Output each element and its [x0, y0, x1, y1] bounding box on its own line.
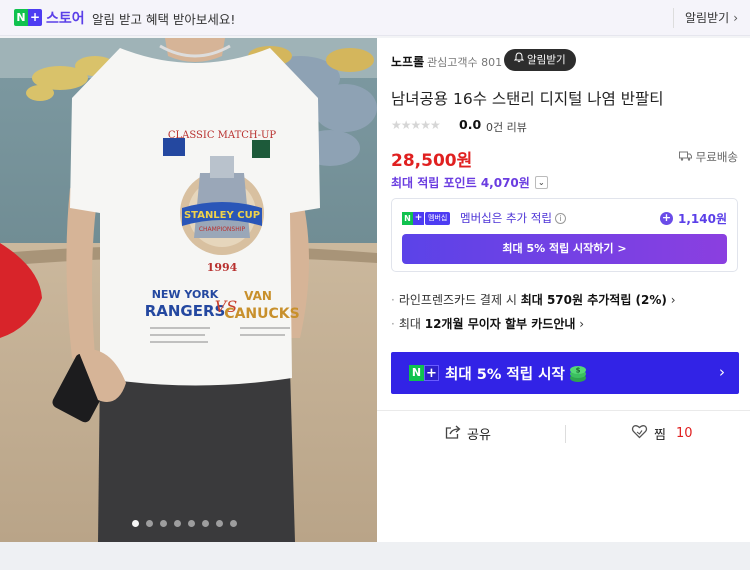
- membership-label-text: 멤버십은 추가 적립: [460, 211, 552, 225]
- alarm-subscribe-link[interactable]: 알림받기 ›: [685, 9, 738, 26]
- membership-badge-text: 멤버십: [425, 212, 451, 225]
- svg-text:RANGERS: RANGERS: [145, 302, 226, 320]
- card-benefit-highlight: 최대 570원 추가적립 (2%): [520, 293, 667, 307]
- seller-alarm-button[interactable]: 알림받기: [504, 49, 576, 71]
- carousel-dot[interactable]: [230, 520, 237, 527]
- cta-label: 최대 5% 적립 시작: [445, 367, 565, 383]
- share-label: 공유: [467, 428, 491, 443]
- svg-text:NEW YORK: NEW YORK: [152, 288, 219, 301]
- product-photo: CLASSIC MATCH-UP STANLEY CUP CHAMPIONSHI…: [0, 38, 377, 542]
- points-start-cta-button[interactable]: N + 최대 5% 적립 시작 $ ›: [391, 352, 739, 394]
- seller-alarm-label: 알림받기: [527, 54, 566, 66]
- membership-badge: N + 멤버십: [402, 212, 451, 225]
- money-icon: $: [570, 366, 586, 382]
- review-count[interactable]: 0건 리뷰: [486, 119, 527, 135]
- product-title: 남녀공용 16수 스탠리 디지털 나염 반팔티: [391, 90, 664, 108]
- top-promo-bar: N + 스토어 알림 받고 혜택 받아보세요! 알림받기 ›: [0, 0, 750, 36]
- installment-item[interactable]: · 최대 12개월 무이자 할부 카드안내 ›: [391, 315, 584, 332]
- plus-icon: +: [28, 9, 42, 26]
- carousel-dot[interactable]: [160, 520, 167, 527]
- svg-text:CHAMPIONSHIP: CHAMPIONSHIP: [199, 226, 246, 233]
- bell-icon: [513, 49, 525, 71]
- chevron-right-icon: ›: [719, 363, 725, 381]
- wishlist-label: 찜: [654, 428, 666, 443]
- promo-text: 알림 받고 혜택 받아보세요!: [92, 12, 236, 27]
- membership-box: N + 멤버십 멤버십은 추가 적립 i + 1,140원 최대 5% 적립 시작…: [391, 198, 738, 272]
- naver-n-icon: N: [14, 9, 28, 26]
- membership-points-value: 1,140원: [678, 212, 727, 226]
- info-icon[interactable]: i: [554, 213, 566, 224]
- store-label: 스토어: [46, 11, 85, 27]
- chevron-right-icon: ›: [666, 293, 676, 307]
- svg-text:CANUCKS: CANUCKS: [224, 306, 299, 322]
- card-benefit-item[interactable]: · 라인프렌즈카드 결제 시 최대 570원 추가적립 (2%) ›: [391, 291, 676, 308]
- carousel-dot[interactable]: [188, 520, 195, 527]
- page-footer-gap: [0, 542, 750, 570]
- carousel-pagination[interactable]: [132, 520, 237, 527]
- carousel-dot[interactable]: [132, 520, 139, 527]
- membership-start-button[interactable]: 최대 5% 적립 시작하기 >: [402, 234, 727, 264]
- rating-value: 0.0: [459, 117, 482, 132]
- max-points-toggle[interactable]: 최대 적립 포인트 4,070원 ⌄: [391, 174, 548, 191]
- shipping-info: 무료배송: [678, 149, 738, 165]
- heart-icon: [631, 424, 648, 443]
- bullet-icon: ·: [391, 293, 395, 307]
- svg-text:VAN: VAN: [244, 289, 272, 303]
- share-icon: [445, 424, 461, 443]
- max-points-label: 최대 적립 포인트 4,070원: [391, 176, 530, 190]
- product-info-panel: 노프롤 관심고객수 801 알림받기 남녀공용 16수 스탠리 디지털 나염 반…: [377, 38, 750, 542]
- share-button[interactable]: 공유: [445, 424, 491, 443]
- product-image-carousel[interactable]: CLASSIC MATCH-UP STANLEY CUP CHAMPIONSHI…: [0, 38, 377, 542]
- shipping-label: 무료배송: [695, 150, 738, 164]
- divider: [673, 8, 674, 28]
- membership-label: 멤버십은 추가 적립 i: [460, 210, 566, 226]
- card-benefit-text: 라인프렌즈카드 결제 시: [398, 293, 521, 307]
- chevron-right-icon: ›: [733, 11, 738, 25]
- seller-name[interactable]: 노프롤: [391, 53, 424, 70]
- wishlist-count: 10: [675, 426, 693, 441]
- plus-circle-icon: +: [660, 211, 673, 225]
- naver-n-icon: N: [409, 365, 424, 381]
- plus-icon: +: [424, 365, 439, 381]
- svg-text:STANLEY CUP: STANLEY CUP: [184, 210, 260, 221]
- product-price: 28,500원: [391, 151, 473, 171]
- follower-count: 관심고객수 801: [427, 56, 503, 69]
- svg-text:1994: 1994: [207, 261, 238, 274]
- divider: [377, 410, 750, 411]
- carousel-dot[interactable]: [216, 520, 223, 527]
- carousel-dot[interactable]: [174, 520, 181, 527]
- svg-text:$: $: [576, 367, 581, 375]
- alarm-link-label: 알림받기: [685, 11, 730, 25]
- bullet-icon: ·: [391, 317, 395, 331]
- plus-icon: +: [413, 212, 424, 225]
- chevron-down-icon: ⌄: [534, 176, 548, 189]
- chevron-right-icon: ›: [575, 317, 585, 331]
- installment-highlight: 12개월 무이자 할부 카드안내: [424, 317, 576, 331]
- carousel-dot[interactable]: [146, 520, 153, 527]
- naver-n-icon: N: [402, 212, 413, 225]
- membership-points: + 1,140원: [660, 210, 727, 227]
- carousel-dot[interactable]: [202, 520, 209, 527]
- truck-icon: [678, 150, 692, 164]
- rating-stars: ★★★★★: [391, 118, 441, 132]
- naver-plus-logo: N +: [409, 365, 439, 381]
- divider: [565, 425, 566, 443]
- naver-plus-logo: N +: [14, 9, 42, 26]
- wishlist-button[interactable]: 찜 10: [631, 424, 693, 443]
- installment-text: 최대: [398, 317, 425, 331]
